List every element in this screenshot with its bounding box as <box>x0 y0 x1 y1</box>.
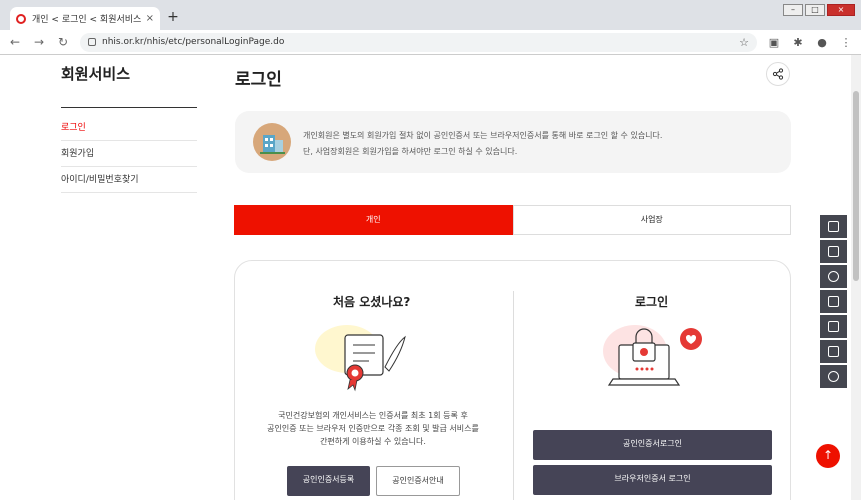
new-tab-button[interactable]: + <box>165 10 181 26</box>
first-visit-title: 처음 오셨나요? <box>333 295 411 309</box>
page-scrollbar[interactable] <box>851 55 861 500</box>
notice-line-1: 개인회원은 별도의 회원가입 절차 없이 공인인증서 또는 브라우저인증서를 통… <box>303 131 663 140</box>
building-icon <box>253 123 291 161</box>
first-visit-desc-1: 국민건강보험의 개인서비스는 인증서를 최초 1회 등록 후 <box>278 411 468 420</box>
cert-guide-button[interactable]: 공인인증서안내 <box>376 466 460 496</box>
first-visit-desc-3: 간편하게 이용하실 수 있습니다. <box>320 437 426 446</box>
maximize-button[interactable]: □ <box>805 4 825 16</box>
sidebar-item-find-account[interactable]: 아이디/비밀번호찾기 <box>61 167 197 193</box>
tab-close-icon[interactable]: × <box>146 13 154 24</box>
quick-list-icon[interactable] <box>820 315 847 338</box>
sidebar-title: 회원서비스 <box>61 65 131 83</box>
quick-lock-icon[interactable] <box>820 290 847 313</box>
notice-box: 개인회원은 별도의 회원가입 절차 없이 공인인증서 또는 브라우저인증서를 통… <box>235 111 791 173</box>
browser-chrome: 개인 < 로그인 < 회원서비스 < × + – □ × ← → ↻ nhis.… <box>0 0 861 55</box>
notice-line-2: 단, 사업장회원은 회원가입을 하셔야만 로그인 하실 수 있습니다. <box>303 147 518 156</box>
quick-menu <box>820 215 847 388</box>
profile-icon[interactable]: ● <box>815 36 829 49</box>
tab-business[interactable]: 사업장 <box>512 205 791 235</box>
tab-strip: 개인 < 로그인 < 회원서비스 < × + – □ × <box>0 0 861 30</box>
extension-icon[interactable]: ▣ <box>767 36 781 49</box>
menu-icon[interactable]: ⋮ <box>839 36 853 49</box>
cert-register-button[interactable]: 공인인증서등록 <box>287 466 370 496</box>
laptop-lock-icon <box>603 325 702 386</box>
cert-login-button[interactable]: 공인인증서로그인 <box>533 430 772 460</box>
page-viewport: 회원서비스 로그인 회원가입 아이디/비밀번호찾기 로그인 개인회원은 별도의 … <box>0 55 861 500</box>
login-title: 로그인 <box>635 295 669 309</box>
minimize-button[interactable]: – <box>783 4 803 16</box>
share-button[interactable] <box>766 62 790 86</box>
url-field[interactable]: nhis.or.kr/nhis/etc/personalLoginPage.do… <box>80 32 757 52</box>
quick-doc-icon[interactable] <box>820 215 847 238</box>
quick-monitor-icon[interactable] <box>820 240 847 263</box>
tab-title: 개인 < 로그인 < 회원서비스 < <box>32 15 142 25</box>
quick-layers-icon[interactable] <box>820 340 847 363</box>
puzzle-icon[interactable]: ✱ <box>791 36 805 49</box>
back-icon[interactable]: ← <box>8 35 22 49</box>
site-favicon-icon <box>16 13 26 24</box>
page-title: 로그인 <box>235 70 282 90</box>
sidebar-item-signup[interactable]: 회원가입 <box>61 141 197 167</box>
address-bar-row: ← → ↻ nhis.or.kr/nhis/etc/personalLoginP… <box>0 30 861 55</box>
window-controls: – □ × <box>783 4 855 16</box>
scroll-top-button[interactable]: ↑ <box>816 444 840 468</box>
first-visit-desc-2: 공인인증 또는 브라우저 인증만으로 각종 조회 및 발급 서비스를 <box>267 424 479 433</box>
bookmark-star-icon[interactable]: ☆ <box>739 36 749 49</box>
scrollbar-thumb[interactable] <box>853 91 859 281</box>
reload-icon[interactable]: ↻ <box>56 35 70 49</box>
sidebar-divider <box>61 107 197 108</box>
quick-headset-icon[interactable] <box>820 265 847 288</box>
forward-icon[interactable]: → <box>32 35 46 49</box>
quick-chat-icon[interactable] <box>820 365 847 388</box>
share-icon <box>772 68 784 80</box>
card-divider <box>513 291 514 500</box>
url-text: nhis.or.kr/nhis/etc/personalLoginPage.do <box>102 37 285 47</box>
window-close-button[interactable]: × <box>827 4 855 16</box>
member-type-tabs: 개인 사업장 <box>234 205 791 235</box>
sidebar-item-login[interactable]: 로그인 <box>61 115 197 141</box>
login-card: 처음 오셨나요? 국민건강보험의 개인서비스는 인증서를 최초 1회 등록 후 … <box>234 260 791 500</box>
browser-cert-login-button[interactable]: 브라우저인증서 로그인 <box>533 465 772 495</box>
browser-tab[interactable]: 개인 < 로그인 < 회원서비스 < × <box>10 7 160 30</box>
certificate-icon <box>315 325 406 392</box>
lock-icon <box>88 38 96 46</box>
tab-personal[interactable]: 개인 <box>234 205 513 235</box>
